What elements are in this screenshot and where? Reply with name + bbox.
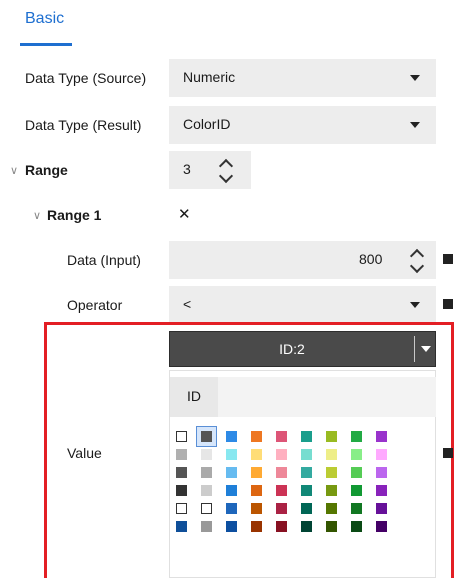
color-swatch[interactable] [301,467,312,478]
spin-down-icon[interactable] [218,168,234,184]
chevron-down-icon [410,122,420,128]
color-id-dropdown[interactable]: ID:2 [169,331,436,367]
color-swatch[interactable] [201,485,212,496]
color-swatch[interactable] [226,431,237,442]
color-swatch[interactable] [376,467,387,478]
data-input-field[interactable]: 800 [169,241,436,279]
collapse-range1-icon[interactable]: ∨ [33,209,41,222]
color-swatch[interactable] [376,521,387,532]
color-swatch[interactable] [226,467,237,478]
color-swatch[interactable] [301,503,312,514]
color-swatch[interactable] [276,485,287,496]
color-swatch[interactable] [251,485,262,496]
color-swatch[interactable] [226,521,237,532]
color-swatch[interactable] [301,431,312,442]
color-swatch[interactable] [251,449,262,460]
color-swatch[interactable] [251,503,262,514]
range-label: Range [25,162,68,178]
color-swatch[interactable] [276,521,287,532]
data-input-label: Data (Input) [67,252,141,268]
color-swatch[interactable] [326,449,337,460]
spin-down-icon[interactable] [409,258,425,274]
color-swatch[interactable] [226,503,237,514]
tab-active-indicator [20,43,72,46]
color-swatch[interactable] [176,485,187,496]
range-1-label: Range 1 [47,207,102,223]
color-swatch[interactable] [226,449,237,460]
color-swatch[interactable] [176,431,187,442]
tab-basic[interactable]: Basic [25,10,64,28]
remove-range-icon[interactable]: ✕ [178,205,191,223]
color-swatch[interactable] [201,467,212,478]
color-swatch[interactable] [201,521,212,532]
data-type-source-dropdown[interactable]: Numeric [169,59,436,97]
color-swatch[interactable] [326,485,337,496]
color-swatch[interactable] [376,503,387,514]
color-id-selected: ID:2 [279,341,305,357]
color-swatch[interactable] [351,485,362,496]
color-swatch[interactable] [226,485,237,496]
color-swatch[interactable] [251,431,262,442]
color-swatch[interactable] [326,467,337,478]
palette-tab-id-label: ID [187,388,201,404]
collapse-range-icon[interactable]: ∨ [10,164,18,177]
data-type-result-dropdown[interactable]: ColorID [169,106,436,144]
color-swatch[interactable] [326,521,337,532]
color-swatch[interactable] [251,521,262,532]
binding-indicator-icon[interactable] [443,299,453,309]
color-swatch[interactable] [351,467,362,478]
color-swatch[interactable] [301,521,312,532]
binding-indicator-icon[interactable] [443,254,453,264]
color-swatch[interactable] [301,449,312,460]
color-swatch[interactable] [201,431,212,442]
color-swatch[interactable] [251,467,262,478]
data-input-value: 800 [359,251,383,267]
chevron-down-icon [421,346,431,352]
color-swatch[interactable] [176,503,187,514]
color-swatch[interactable] [376,431,387,442]
operator-dropdown[interactable]: < [169,286,436,324]
color-swatch[interactable] [276,431,287,442]
color-swatch[interactable] [351,449,362,460]
chevron-down-icon [410,75,420,81]
color-swatch[interactable] [176,449,187,460]
color-swatch[interactable] [301,485,312,496]
color-swatch[interactable] [276,449,287,460]
color-swatch[interactable] [201,449,212,460]
color-swatch[interactable] [201,503,212,514]
data-type-result-label: Data Type (Result) [25,117,142,133]
dropdown-separator [414,336,415,362]
data-type-result-value: ColorID [183,116,231,132]
data-type-source-value: Numeric [183,69,236,85]
range-count-stepper[interactable]: 3 [169,151,251,189]
color-swatch[interactable] [276,503,287,514]
operator-label: Operator [67,297,123,313]
value-label: Value [67,445,102,461]
color-swatch[interactable] [351,503,362,514]
color-swatch[interactable] [351,521,362,532]
range-count-value: 3 [183,161,191,177]
color-swatch[interactable] [326,431,337,442]
color-swatch[interactable] [351,431,362,442]
palette-tab-id[interactable]: ID [170,377,218,417]
color-swatch[interactable] [326,503,337,514]
color-swatch[interactable] [176,521,187,532]
color-swatch[interactable] [376,485,387,496]
data-type-source-label: Data Type (Source) [25,70,147,86]
color-swatch[interactable] [376,449,387,460]
color-swatch[interactable] [176,467,187,478]
binding-indicator-icon[interactable] [443,448,453,458]
chevron-down-icon [410,302,420,308]
operator-value: < [183,296,192,312]
color-swatch[interactable] [276,467,287,478]
